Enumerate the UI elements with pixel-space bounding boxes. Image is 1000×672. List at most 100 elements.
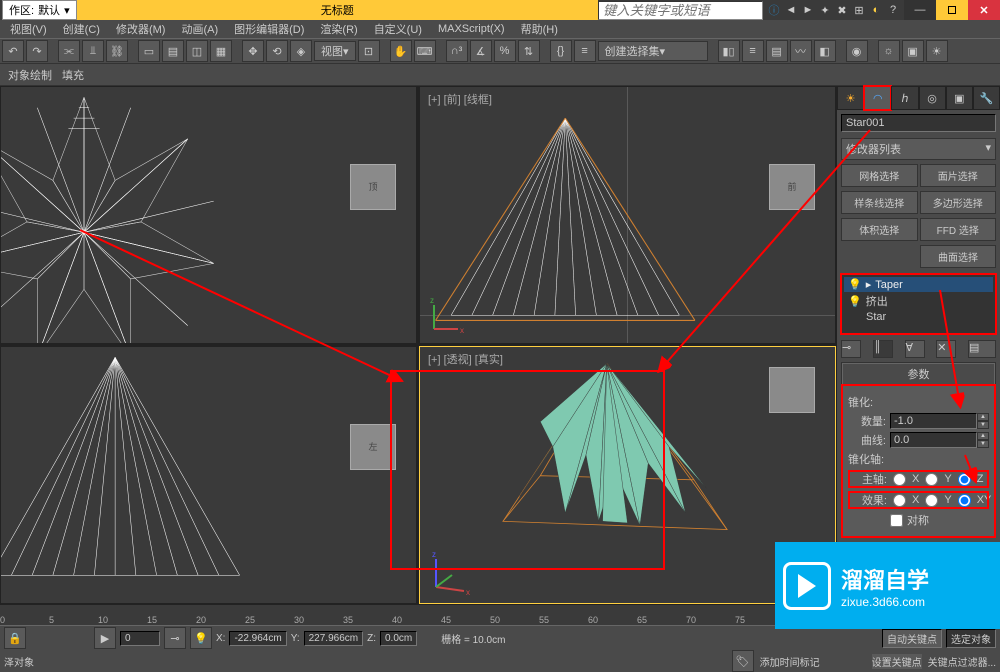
viewcube[interactable]: 左 [350, 424, 396, 470]
viewcube[interactable]: 前 [769, 164, 815, 210]
modifier-list-dropdown[interactable]: 修改器列表▾ [841, 138, 996, 160]
tag-icon[interactable]: 🏷 [732, 650, 754, 672]
render-setup-button[interactable]: ☼ [878, 40, 900, 62]
select-region-button[interactable]: ◫ [186, 40, 208, 62]
selected-object-dropdown[interactable]: 选定对象 [946, 629, 996, 648]
curve-input[interactable] [890, 432, 977, 448]
snap-toggle[interactable]: ∩³ [446, 40, 468, 62]
symmetry-checkbox[interactable] [890, 514, 903, 527]
keyfilter-button[interactable]: 关键点过滤器... [928, 654, 996, 669]
curve-editor-button[interactable]: 〰 [790, 40, 812, 62]
primary-y-radio[interactable] [925, 473, 938, 486]
pivot-button[interactable]: ⊡ [358, 40, 380, 62]
tab-hierarchy[interactable]: ℎ [891, 86, 918, 110]
rotate-button[interactable]: ⟲ [266, 40, 288, 62]
poly-select-button[interactable]: 多边形选择 [920, 191, 997, 214]
ffd-select-button[interactable]: FFD 选择 [920, 218, 997, 241]
y-field[interactable]: 227.966cm [304, 631, 363, 646]
make-unique-button[interactable]: ∀ [905, 340, 925, 358]
lock-icon[interactable]: 🔒 [4, 627, 26, 649]
autokey-button[interactable]: 自动关键点 [882, 629, 942, 648]
vol-select-button[interactable]: 体积选择 [841, 218, 918, 241]
rollout-header[interactable]: 参数 [842, 363, 995, 385]
undo-button[interactable]: ↶ [2, 40, 24, 62]
viewport-left[interactable]: 左 [0, 346, 417, 604]
spin-down-icon[interactable]: ▼ [977, 421, 989, 429]
menu-render[interactable]: 渲染(R) [312, 21, 365, 37]
play-icon[interactable]: ▶ [94, 627, 116, 649]
manipulate-button[interactable]: ✋ [390, 40, 412, 62]
search-icon[interactable]: ⓘ [767, 3, 781, 17]
mirror-button[interactable]: ▮▯ [718, 40, 740, 62]
select-button[interactable]: ▭ [138, 40, 160, 62]
minimize-button[interactable]: — [904, 0, 936, 20]
layers-button[interactable]: ▤ [766, 40, 788, 62]
effect-xy-radio[interactable] [958, 494, 971, 507]
tab-modify[interactable]: ◠ [864, 86, 891, 110]
tool-icon[interactable]: ✖ [835, 3, 849, 17]
menu-graph[interactable]: 图形编辑器(D) [226, 21, 312, 37]
menu-create[interactable]: 创建(C) [55, 21, 108, 37]
stack-item-taper[interactable]: 💡▸Taper [844, 277, 993, 292]
bulb-icon[interactable]: 💡 [190, 627, 212, 649]
stack-item-extrude[interactable]: 💡挤出 [844, 292, 993, 310]
spin-up-icon[interactable]: ▲ [977, 432, 989, 440]
viewport-top[interactable]: 顶 [0, 86, 417, 344]
fill-label[interactable]: 填充 [62, 67, 84, 83]
setkey-button[interactable]: 设置关键点 [872, 654, 922, 669]
viewcube[interactable] [769, 367, 815, 413]
tool-icon[interactable]: ⊞ [852, 3, 866, 17]
menu-customize[interactable]: 自定义(U) [366, 21, 430, 37]
spinner-snap[interactable]: ⇅ [518, 40, 540, 62]
configure-button[interactable]: ▤ [968, 340, 996, 358]
tab-utilities[interactable]: 🔧 [973, 86, 1000, 110]
primary-z-radio[interactable] [958, 473, 971, 486]
mat-editor-button[interactable]: ◉ [846, 40, 868, 62]
redo-button[interactable]: ↷ [26, 40, 48, 62]
face-select-button[interactable]: 面片选择 [920, 164, 997, 187]
frame-field[interactable]: 0 [120, 631, 160, 646]
layer-button[interactable]: ≡ [574, 40, 596, 62]
remove-mod-button[interactable]: ✕ [936, 340, 956, 358]
unlink-button[interactable]: ⫫ [82, 40, 104, 62]
workspace-selector[interactable]: 作区: 默认 ▾ [2, 0, 77, 20]
nav-fwd-icon[interactable]: ► [801, 3, 815, 17]
tab-create[interactable]: ☀ [837, 86, 864, 110]
spin-down-icon[interactable]: ▼ [977, 440, 989, 448]
selset-dropdown[interactable]: 创建选择集 ▾ [598, 41, 708, 61]
keyboard-button[interactable]: ⌨ [414, 40, 436, 62]
object-name-field[interactable]: Star001 [841, 114, 996, 132]
link-button[interactable]: ⫘ [58, 40, 80, 62]
surf-select-button[interactable]: 曲面选择 [920, 245, 996, 268]
key-icon[interactable]: ⊸ [164, 627, 186, 649]
modifier-stack[interactable]: 💡▸Taper 💡挤出 Star [841, 274, 996, 334]
named-set-button[interactable]: {} [550, 40, 572, 62]
nav-back-icon[interactable]: ◄ [784, 3, 798, 17]
bind-button[interactable]: ⛓ [106, 40, 128, 62]
tool-icon[interactable]: ✦ [818, 3, 832, 17]
spin-up-icon[interactable]: ▲ [977, 413, 989, 421]
z-field[interactable]: 0.0cm [380, 631, 417, 646]
menu-modifiers[interactable]: 修改器(M) [108, 21, 174, 37]
pin-stack-button[interactable]: ⊸ [841, 340, 861, 358]
viewcube-icon[interactable]: ◐ [869, 3, 883, 17]
angle-snap[interactable]: ∡ [470, 40, 492, 62]
select-name-button[interactable]: ▤ [162, 40, 184, 62]
tab-display[interactable]: ▣ [946, 86, 973, 110]
help-icon[interactable]: ? [886, 3, 900, 17]
primary-x-radio[interactable] [893, 473, 906, 486]
search-input[interactable] [598, 1, 763, 20]
mesh-select-button[interactable]: 网格选择 [841, 164, 918, 187]
show-end-button[interactable]: ║ [873, 340, 893, 358]
object-draw-label[interactable]: 对象绘制 [8, 67, 52, 83]
menu-animation[interactable]: 动画(A) [173, 21, 226, 37]
align-button[interactable]: ≡ [742, 40, 764, 62]
menu-view[interactable]: 视图(V) [2, 21, 55, 37]
menu-maxscript[interactable]: MAXScript(X) [430, 23, 513, 35]
add-time-tag[interactable]: 添加时间标记 [760, 654, 820, 669]
effect-y-radio[interactable] [925, 494, 938, 507]
render-button[interactable]: ☀ [926, 40, 948, 62]
tab-motion[interactable]: ◎ [919, 86, 946, 110]
menu-help[interactable]: 帮助(H) [513, 21, 566, 37]
x-field[interactable]: -22.964cm [229, 631, 286, 646]
